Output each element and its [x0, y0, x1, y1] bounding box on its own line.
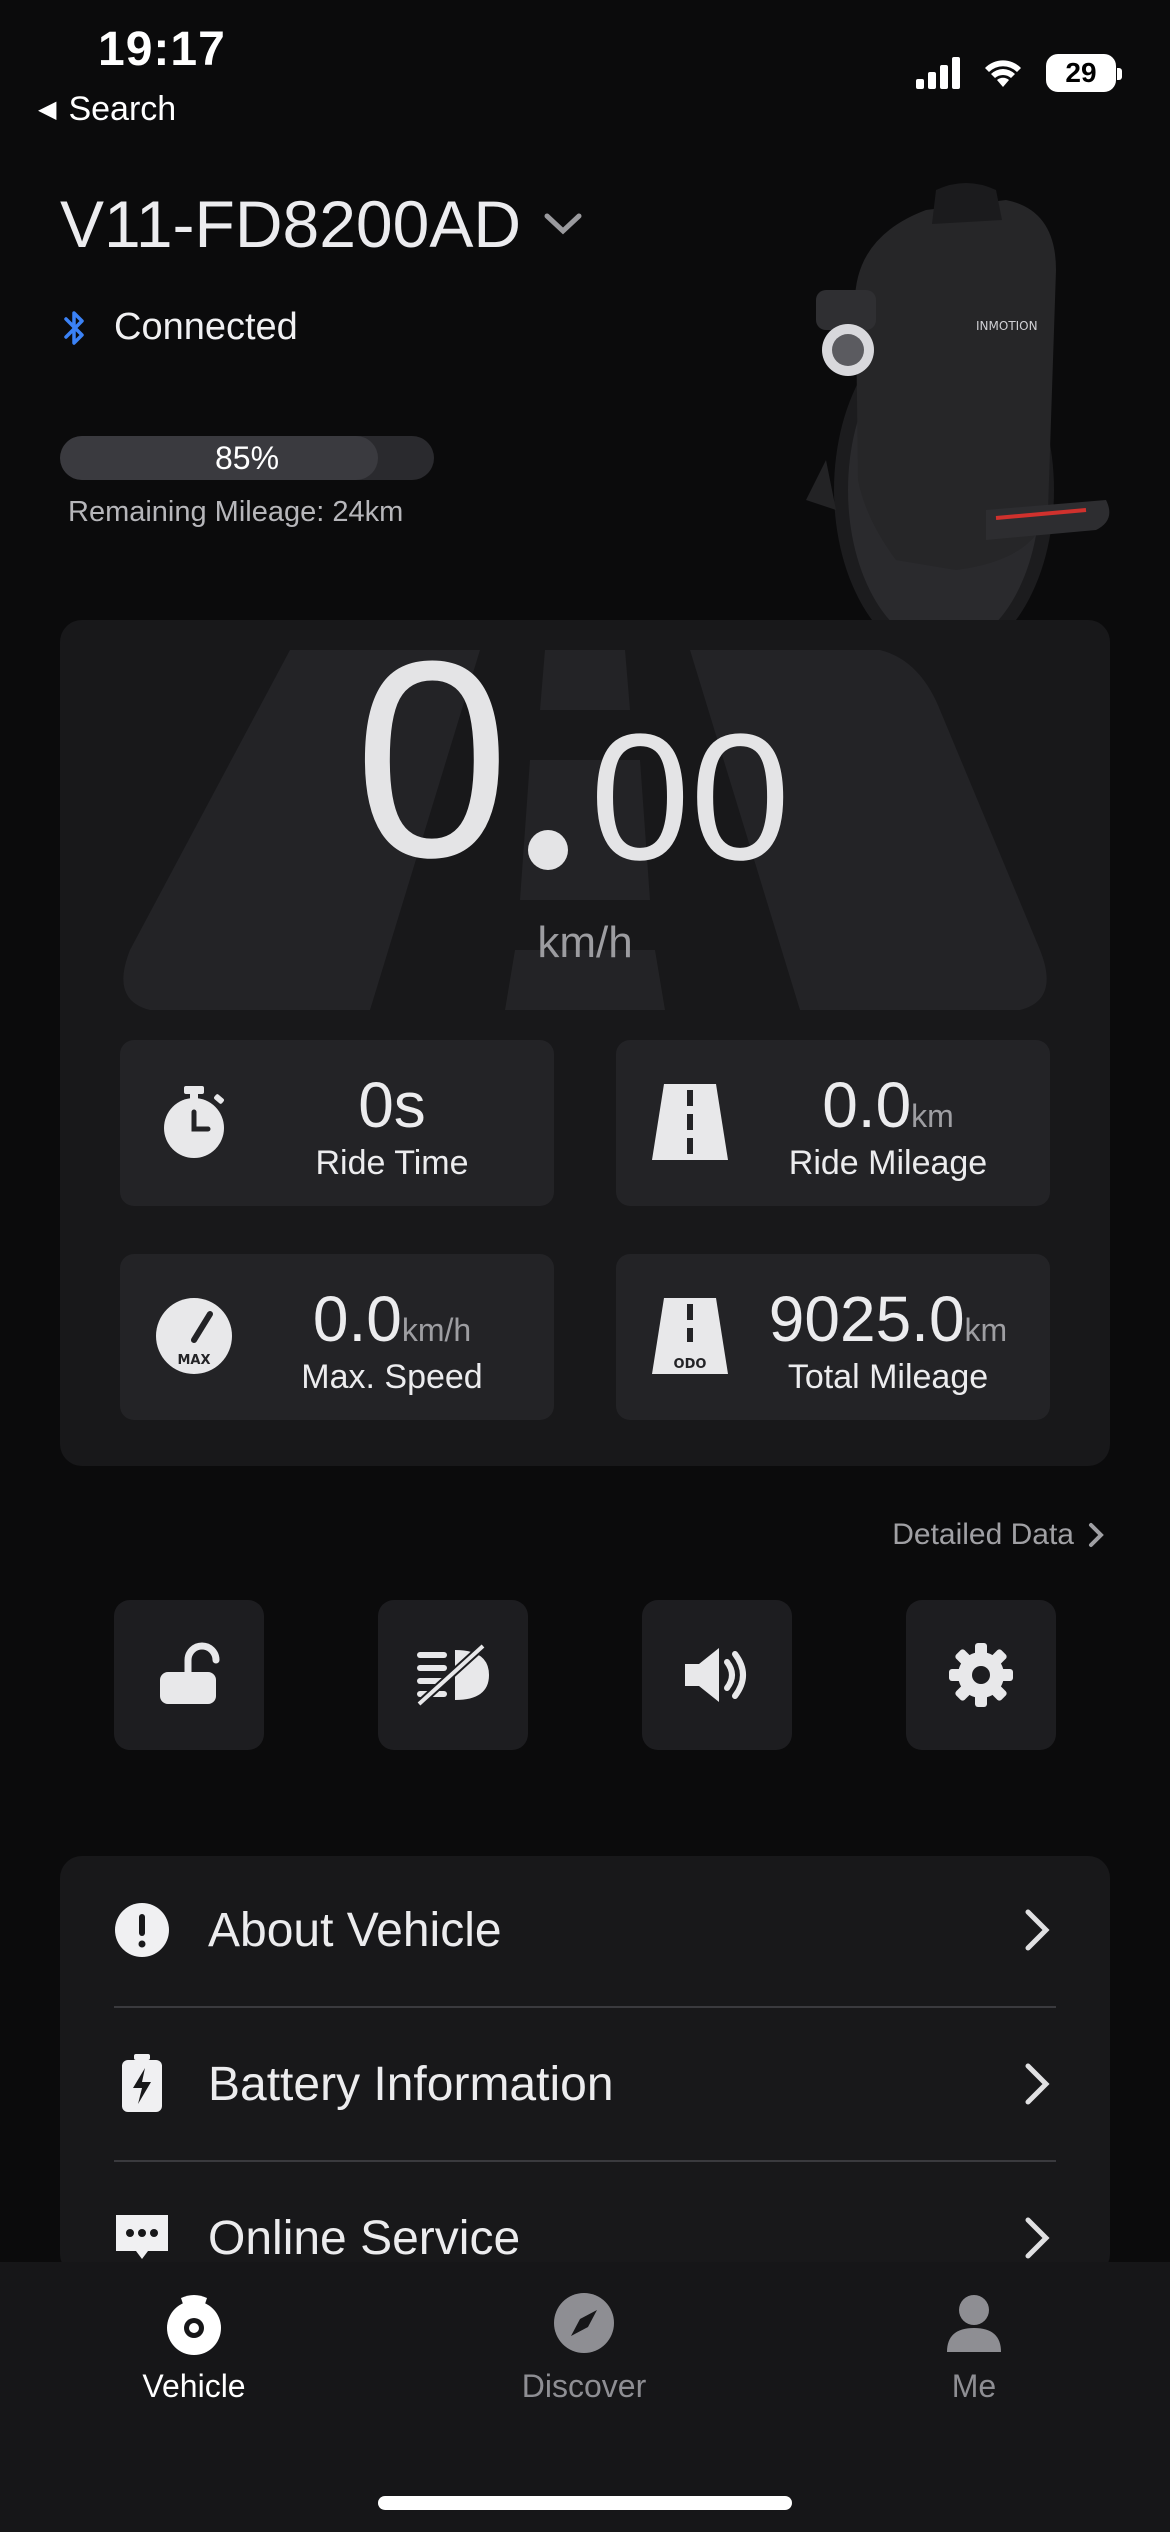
- battery-status-level: 29: [1065, 57, 1097, 88]
- vehicle-tab-icon: [167, 2295, 221, 2355]
- back-to-search-button[interactable]: ◀ Search: [38, 90, 176, 129]
- chevron-right-icon: [1025, 1909, 1050, 1951]
- max-speed-value: 0.0: [312, 1283, 402, 1355]
- chevron-right-icon: [1025, 2063, 1050, 2105]
- info-icon: [112, 1900, 172, 1960]
- ride-mileage-label: Ride Mileage: [788, 1144, 988, 1182]
- menu-label-battery-information: Battery Information: [208, 2057, 614, 2111]
- total-mileage-value-row: 9025.0km: [736, 1282, 1040, 1356]
- speed-decimal-point: [528, 830, 568, 870]
- unlocked-lock-icon: [160, 1642, 220, 1704]
- headlight-off-icon: [416, 1643, 489, 1707]
- road-icon: [652, 1084, 728, 1160]
- total-mileage-label: Total Mileage: [787, 1358, 989, 1396]
- menu-label-online-service: Online Service: [208, 2211, 521, 2265]
- detailed-data-link[interactable]: Detailed Data: [892, 1518, 1104, 1552]
- speed-integer: 0: [354, 604, 510, 916]
- speed-decimal: 00: [590, 697, 791, 898]
- vehicle-selector[interactable]: V11-FD8200AD: [60, 186, 583, 262]
- vehicle-name: V11-FD8200AD: [60, 187, 522, 261]
- unicycle-brand-logo: INMOTION: [976, 319, 1038, 333]
- chevron-right-icon: [1025, 2217, 1050, 2259]
- tab-discover[interactable]: Discover: [474, 2290, 694, 2405]
- headlight-button[interactable]: [378, 1600, 528, 1750]
- status-icons: 29: [916, 54, 1122, 92]
- speaker-icon: [685, 1648, 746, 1702]
- stopwatch-icon: [164, 1086, 224, 1158]
- tab-me[interactable]: Me: [864, 2290, 1084, 2405]
- odometer-road-icon: ODO: [652, 1298, 728, 1374]
- chevron-down-icon: [544, 213, 582, 235]
- detailed-data-label: Detailed Data: [892, 1518, 1074, 1551]
- ride-time-label: Ride Time: [315, 1144, 469, 1182]
- person-icon: [947, 2295, 1001, 2352]
- stat-card-max-speed: MAX 0.0km/h Max. Speed: [120, 1254, 554, 1420]
- battery-percent: 85%: [214, 440, 280, 476]
- remaining-mileage: Remaining Mileage: 24km: [68, 496, 404, 528]
- home-indicator: [378, 2496, 792, 2510]
- stat-card-ride-mileage: 0.0km Ride Mileage: [616, 1040, 1050, 1206]
- max-speed-label: Max. Speed: [301, 1358, 483, 1396]
- tab-label-vehicle: Vehicle: [142, 2368, 246, 2404]
- back-search-label: Search: [68, 90, 177, 128]
- cellular-signal-icon: [916, 57, 960, 89]
- bluetooth-icon: [64, 310, 84, 345]
- ride-time-value: 0s: [358, 1069, 426, 1141]
- max-speed-value-row: 0.0km/h: [240, 1282, 544, 1356]
- connection-label: Connected: [114, 306, 298, 348]
- ride-time-value-row: 0s: [240, 1068, 544, 1142]
- ride-mileage-value-row: 0.0km: [736, 1068, 1040, 1142]
- back-triangle-icon: ◀: [38, 96, 57, 123]
- max-speed-icon-text: MAX: [177, 1353, 210, 1368]
- total-mileage-value: 9025.0: [768, 1283, 965, 1355]
- tab-label-me: Me: [951, 2368, 997, 2404]
- speedometer-icon: MAX: [156, 1298, 232, 1374]
- unicycle-image: INMOTION: [806, 183, 1110, 662]
- compass-icon: [554, 2293, 614, 2353]
- settings-button[interactable]: [906, 1600, 1056, 1750]
- gear-icon: [949, 1643, 1013, 1707]
- total-mileage-icon-text: ODO: [674, 1357, 707, 1372]
- menu-item-about-vehicle[interactable]: About Vehicle: [112, 1854, 1058, 2006]
- menu-item-battery-information[interactable]: Battery Information: [112, 2008, 1058, 2160]
- ride-mileage-value: 0.0: [822, 1069, 912, 1141]
- total-mileage-unit: km: [964, 1312, 1008, 1348]
- ride-mileage-unit: km: [911, 1098, 954, 1134]
- menu-label-about-vehicle: About Vehicle: [208, 1903, 502, 1957]
- status-time: 19:17: [98, 23, 226, 76]
- speed-unit: km/h: [537, 918, 633, 967]
- battery-icon: [112, 2054, 172, 2114]
- wifi-icon: [985, 60, 1021, 87]
- stat-card-total-mileage: ODO 9025.0km Total Mileage: [616, 1254, 1050, 1420]
- tab-label-discover: Discover: [521, 2368, 647, 2404]
- horn-button[interactable]: [642, 1600, 792, 1750]
- battery-status-icon: 29: [1046, 54, 1122, 92]
- tab-vehicle[interactable]: Vehicle: [84, 2290, 304, 2405]
- chevron-right-icon: [1089, 1523, 1104, 1547]
- stat-card-ride-time: 0s Ride Time: [120, 1040, 554, 1206]
- connection-status: Connected: [62, 306, 298, 349]
- max-speed-unit: km/h: [401, 1312, 472, 1348]
- lock-button[interactable]: [114, 1600, 264, 1750]
- chat-icon: [112, 2208, 172, 2268]
